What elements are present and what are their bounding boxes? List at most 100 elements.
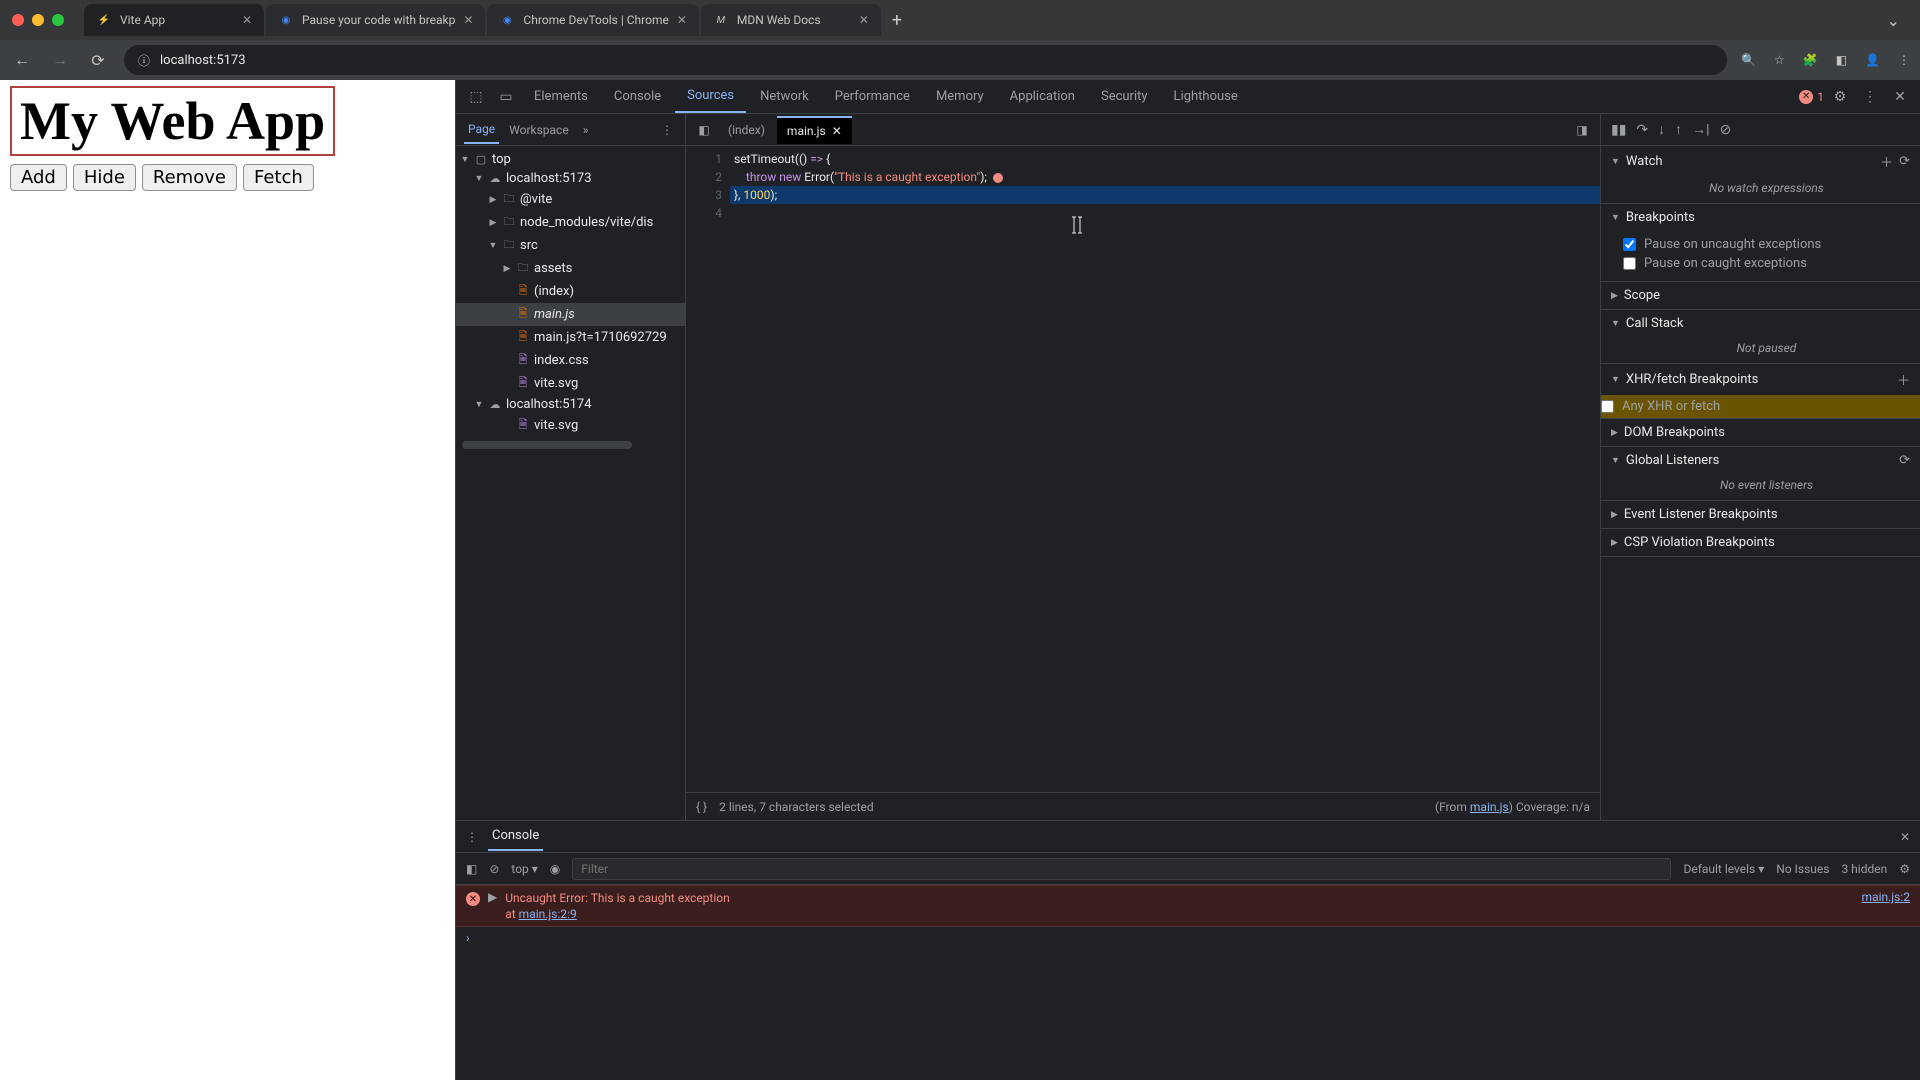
pause-caught-checkbox[interactable]: Pause on caught exceptions: [1623, 254, 1910, 273]
browser-tab[interactable]: ◉ Chrome DevTools | Chrome ✕: [487, 4, 698, 36]
log-levels-select[interactable]: Default levels ▾: [1683, 862, 1764, 876]
pause-icon[interactable]: ▮▮: [1611, 122, 1626, 138]
console-sidebar-icon[interactable]: ◧: [466, 862, 477, 876]
tab-overflow-icon[interactable]: ⌄: [1879, 7, 1908, 34]
profile-icon[interactable]: 👤: [1865, 53, 1880, 67]
panel-security[interactable]: Security: [1089, 81, 1160, 112]
tree-file[interactable]: 🗎(index): [456, 280, 685, 303]
reload-button[interactable]: ⟳: [86, 48, 110, 72]
panel-lighthouse[interactable]: Lighthouse: [1162, 81, 1250, 112]
add-button[interactable]: Add: [10, 164, 67, 191]
browser-tab-active[interactable]: ⚡ Vite App ✕: [84, 4, 264, 36]
editor-tab-index[interactable]: (index): [718, 117, 775, 143]
close-tab-icon[interactable]: ✕: [242, 13, 252, 27]
close-tab-icon[interactable]: ✕: [859, 13, 869, 27]
close-tab-icon[interactable]: ✕: [677, 13, 687, 27]
tree-host[interactable]: ▼☁localhost:5173: [456, 169, 685, 188]
close-tab-icon[interactable]: ✕: [463, 13, 473, 27]
fetch-button[interactable]: Fetch: [243, 164, 314, 191]
minimize-window-icon[interactable]: [32, 14, 44, 26]
hidden-count[interactable]: 3 hidden: [1841, 862, 1887, 876]
error-counter[interactable]: ✕ 1: [1799, 90, 1824, 104]
tree-file[interactable]: 🗎vite.svg: [456, 372, 685, 395]
console-prompt[interactable]: ›: [456, 927, 1920, 949]
refresh-listeners-icon[interactable]: ⟳: [1899, 453, 1910, 468]
tree-file[interactable]: 🗎index.css: [456, 349, 685, 372]
panel-network[interactable]: Network: [748, 81, 821, 112]
forward-button[interactable]: →: [48, 48, 72, 72]
settings-icon[interactable]: ⚙: [1826, 83, 1854, 111]
tree-scrollbar[interactable]: [462, 441, 632, 449]
add-watch-icon[interactable]: ＋: [1880, 152, 1893, 171]
section-scope[interactable]: ▶Scope: [1601, 282, 1920, 309]
nav-tab-page[interactable]: Page: [464, 116, 499, 144]
editor-tab-mainjs[interactable]: main.js✕: [777, 116, 852, 144]
tree-folder[interactable]: ▶🗀@vite: [456, 188, 685, 211]
nav-menu-icon[interactable]: ⋮: [657, 117, 677, 143]
section-callstack[interactable]: ▼Call Stack: [1601, 310, 1920, 337]
toggle-navigator-icon[interactable]: ◧: [692, 123, 716, 137]
live-expression-icon[interactable]: ◉: [550, 862, 560, 876]
any-xhr-checkbox[interactable]: Any XHR or fetch: [1600, 395, 1920, 418]
breakpoint-indicator-icon[interactable]: [993, 173, 1003, 183]
deactivate-breakpoints-icon[interactable]: ⊘: [1720, 122, 1732, 138]
nav-tab-workspace[interactable]: Workspace: [505, 117, 573, 143]
drawer-menu-icon[interactable]: ⋮: [466, 830, 478, 844]
pause-uncaught-checkbox[interactable]: Pause on uncaught exceptions: [1623, 235, 1910, 254]
drawer-tab-console[interactable]: Console: [488, 822, 543, 851]
add-xhr-icon[interactable]: ＋: [1897, 370, 1910, 389]
step-out-icon[interactable]: ↑: [1675, 121, 1682, 138]
browser-tab[interactable]: M MDN Web Docs ✕: [701, 4, 881, 36]
console-error-row[interactable]: ✕ ▶ Uncaught Error: This is a caught exc…: [456, 885, 1920, 927]
more-icon[interactable]: ⋮: [1856, 83, 1884, 111]
tree-file[interactable]: 🗎main.js?t=1710692729: [456, 326, 685, 349]
console-settings-icon[interactable]: ⚙: [1899, 862, 1910, 876]
bookmark-icon[interactable]: ☆: [1774, 53, 1785, 67]
maximize-window-icon[interactable]: [52, 14, 64, 26]
extensions-icon[interactable]: 🧩: [1803, 53, 1818, 67]
tree-file[interactable]: 🗎vite.svg: [456, 414, 685, 437]
section-csp-breakpoints[interactable]: ▶CSP Violation Breakpoints: [1601, 529, 1920, 556]
device-toolbar-icon[interactable]: ▭: [492, 83, 520, 111]
tree-folder-src[interactable]: ▼🗀src: [456, 234, 685, 257]
tree-folder[interactable]: ▶🗀assets: [456, 257, 685, 280]
section-event-listener-breakpoints[interactable]: ▶Event Listener Breakpoints: [1601, 501, 1920, 528]
panel-sources[interactable]: Sources: [675, 80, 746, 113]
tree-folder[interactable]: ▶🗀node_modules/vite/dis: [456, 211, 685, 234]
line-gutter[interactable]: 1234: [686, 146, 730, 792]
console-filter-input[interactable]: [572, 858, 1671, 880]
close-devtools-icon[interactable]: ✕: [1886, 83, 1914, 111]
sidepanel-icon[interactable]: ◧: [1836, 53, 1847, 67]
close-drawer-icon[interactable]: ✕: [1900, 830, 1910, 844]
back-button[interactable]: ←: [10, 48, 34, 72]
zoom-icon[interactable]: 🔍: [1741, 53, 1756, 67]
tree-file-mainjs[interactable]: 🗎main.js: [456, 303, 685, 326]
expand-error-icon[interactable]: ▶: [488, 890, 497, 922]
refresh-watch-icon[interactable]: ⟳: [1899, 154, 1910, 169]
issues-link[interactable]: No Issues: [1776, 862, 1829, 876]
step-icon[interactable]: →|: [1692, 121, 1709, 138]
close-window-icon[interactable]: [12, 14, 24, 26]
source-link[interactable]: main.js: [1470, 800, 1509, 814]
panel-application[interactable]: Application: [998, 81, 1087, 112]
section-dom-breakpoints[interactable]: ▶DOM Breakpoints: [1601, 419, 1920, 446]
context-selector[interactable]: top ▾: [511, 862, 537, 876]
code-area[interactable]: 1234 setTimeout(() => { throw new Error(…: [686, 146, 1600, 792]
address-bar[interactable]: ⓘ localhost:5173: [124, 45, 1727, 75]
section-watch[interactable]: ▼Watch＋⟳: [1601, 146, 1920, 177]
panel-console[interactable]: Console: [602, 81, 673, 112]
section-xhr-breakpoints[interactable]: ▼XHR/fetch Breakpoints＋: [1601, 364, 1920, 395]
panel-memory[interactable]: Memory: [924, 81, 996, 112]
format-icon[interactable]: { }: [696, 800, 707, 814]
inspect-element-icon[interactable]: ⬚: [462, 83, 490, 111]
section-breakpoints[interactable]: ▼Breakpoints: [1601, 204, 1920, 231]
panel-elements[interactable]: Elements: [522, 81, 600, 112]
panel-performance[interactable]: Performance: [823, 81, 922, 112]
error-location-link[interactable]: main.js:2:9: [519, 907, 577, 921]
tree-top[interactable]: ▼▢top: [456, 150, 685, 169]
error-source-link[interactable]: main.js:2: [1862, 890, 1910, 922]
menu-icon[interactable]: ⋮: [1898, 53, 1910, 67]
site-info-icon[interactable]: ⓘ: [138, 52, 150, 69]
remove-button[interactable]: Remove: [142, 164, 237, 191]
step-over-icon[interactable]: ↷: [1636, 122, 1648, 138]
